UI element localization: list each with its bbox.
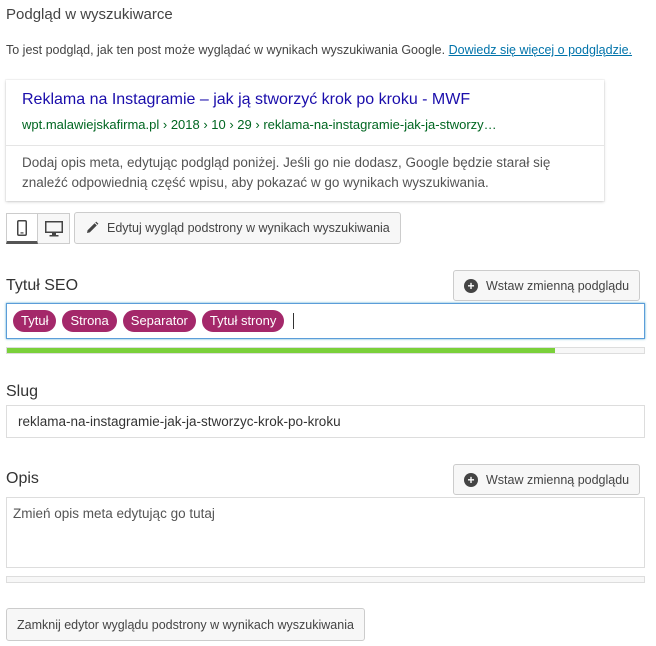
plus-circle-icon: +: [464, 472, 478, 487]
insert-variable-label: Wstaw zmienną podglądu: [486, 278, 630, 293]
slug-input[interactable]: reklama-na-instagramie-jak-ja-stworzyc-k…: [6, 405, 645, 438]
close-snippet-editor-button[interactable]: Zamknij edytor wyglądu podstrony w wynik…: [6, 608, 365, 641]
snippet-url: wpt.malawiejskafirma.pl › 2018 › 10 › 29…: [22, 117, 497, 132]
variable-pill-separator[interactable]: Separator: [122, 310, 196, 332]
seo-title-progress-fill: [7, 348, 555, 353]
description-textarea[interactable]: Zmień opis meta edytując go tutaj: [6, 497, 645, 568]
search-snippet-preview[interactable]: Reklama na Instagramie – jak ją stworzyć…: [6, 80, 604, 201]
mobile-preview-button[interactable]: [6, 213, 38, 244]
edit-snippet-button[interactable]: Edytuj wygląd podstrony w wynikach wyszu…: [74, 212, 401, 244]
seo-title-label: Tytuł SEO: [6, 277, 79, 294]
mobile-icon: [17, 219, 27, 236]
section-heading: Podgląd w wyszukiwarce: [6, 6, 173, 23]
variable-pill-site-title[interactable]: Tytuł strony: [201, 310, 285, 332]
pencil-icon: [87, 221, 99, 233]
desktop-icon: [44, 220, 63, 236]
intro-text: To jest podgląd, jak ten post może wyglą…: [6, 43, 632, 57]
variable-pill-page[interactable]: Strona: [62, 310, 117, 332]
text-caret: [293, 313, 295, 329]
snippet-title[interactable]: Reklama na Instagramie – jak ją stworzyć…: [22, 91, 470, 109]
seo-title-progress-bar: [6, 347, 645, 354]
intro-text-body: To jest podgląd, jak ten post może wyglą…: [6, 43, 449, 57]
seo-title-input[interactable]: Tytuł Strona Separator Tytuł strony: [6, 303, 645, 339]
insert-variable-label: Wstaw zmienną podglądu: [486, 472, 630, 487]
description-progress-bar: [6, 576, 645, 583]
seo-title-insert-variable-button[interactable]: + Wstaw zmienną podglądu: [453, 270, 641, 301]
learn-more-link[interactable]: Dowiedz się więcej o podglądzie.: [449, 43, 632, 57]
variable-pill-title[interactable]: Tytuł: [13, 310, 57, 332]
edit-snippet-label: Edytuj wygląd podstrony w wynikach wyszu…: [107, 221, 390, 235]
description-insert-variable-button[interactable]: + Wstaw zmienną podglądu: [453, 464, 641, 495]
snippet-divider: [6, 145, 604, 146]
slug-label: Slug: [6, 383, 39, 400]
plus-circle-icon: +: [464, 278, 478, 293]
description-label: Opis: [6, 470, 39, 487]
snippet-description[interactable]: Dodaj opis meta, edytując podgląd poniże…: [22, 153, 592, 193]
desktop-preview-button[interactable]: [38, 213, 70, 244]
